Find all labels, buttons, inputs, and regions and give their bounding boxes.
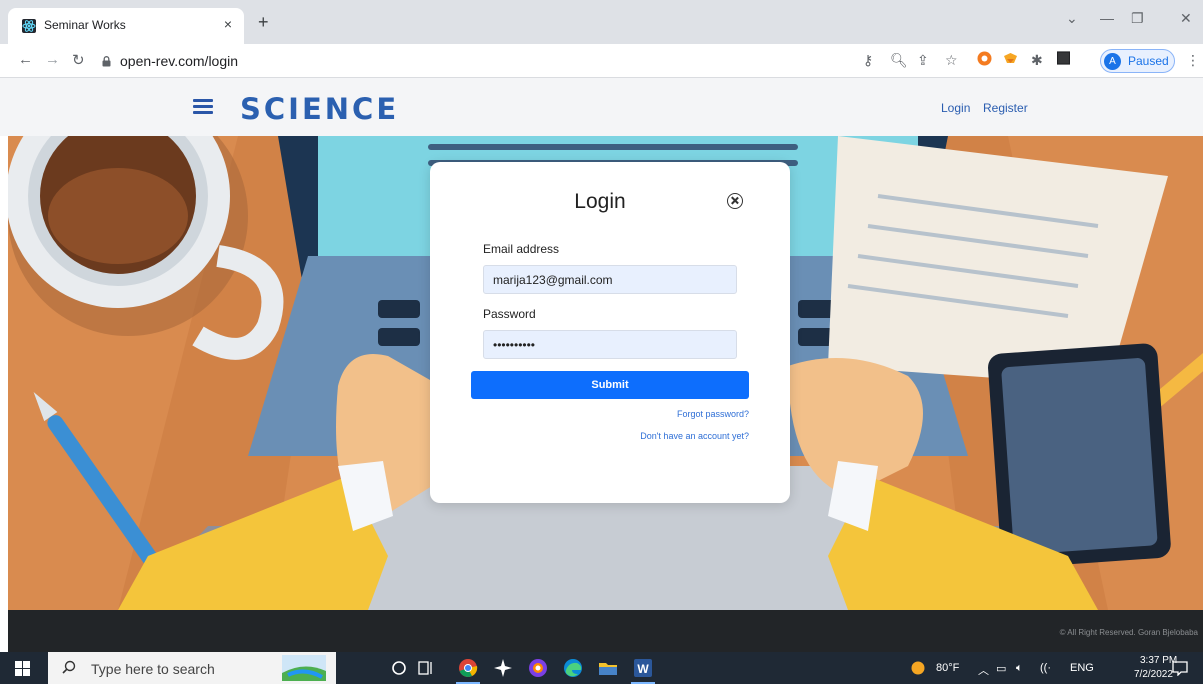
restore-icon[interactable]: ❐	[1131, 10, 1144, 27]
reload-icon[interactable]: ↻	[72, 51, 85, 69]
side-panel-icon[interactable]	[1056, 51, 1071, 68]
lock-icon[interactable]	[102, 54, 111, 67]
browser-toolbar: ← → ↻ open-rev.com/login ⚷ 🔍︎ ⇪ ☆ ✱ A Pa…	[0, 44, 1203, 78]
weather-temperature[interactable]: 80°F	[936, 662, 959, 674]
word-icon[interactable]: W	[633, 658, 653, 678]
battery-icon[interactable]: ▭	[996, 662, 1006, 675]
profile-button[interactable]: A Paused	[1100, 49, 1175, 73]
windows-start-icon[interactable]	[15, 661, 30, 676]
tray-chevron-up-icon[interactable]: ︿	[978, 662, 989, 678]
submit-button[interactable]: Submit	[471, 371, 749, 399]
search-placeholder: Type here to search	[91, 661, 215, 677]
cortana-icon[interactable]	[391, 660, 407, 676]
profile-avatar: A	[1104, 53, 1121, 70]
address-bar[interactable]: open-rev.com/login	[120, 53, 238, 69]
edge-icon[interactable]	[563, 658, 583, 678]
language-indicator[interactable]: ENG	[1070, 662, 1094, 674]
chrome-icon[interactable]	[458, 658, 478, 678]
login-modal: Login Email address Password Submit Forg…	[430, 162, 790, 503]
task-view-icon[interactable]	[418, 660, 434, 676]
hamburger-menu-icon[interactable]	[193, 99, 213, 114]
orange-extension-icon[interactable]	[977, 51, 992, 69]
profile-status: Paused	[1128, 54, 1169, 68]
key-icon[interactable]: ⚷	[863, 52, 873, 69]
window-close-icon[interactable]: ✕	[1180, 10, 1192, 27]
forward-arrow-icon[interactable]: →	[45, 51, 60, 68]
back-arrow-icon[interactable]: ←	[18, 51, 33, 68]
svg-text:W: W	[637, 662, 649, 676]
windows-taskbar: Type here to search W 80°F ︿ ▭ 🔈︎ ((· EN…	[0, 652, 1203, 684]
copyright-text: © All Right Reserved. Goran Bjelobaba	[1059, 628, 1198, 637]
volume-icon[interactable]: 🔈︎	[1016, 662, 1023, 675]
wifi-icon[interactable]: ((·	[1040, 662, 1051, 674]
share-icon[interactable]: ⇪	[917, 52, 929, 69]
kebab-menu-icon[interactable]: ⋮	[1186, 52, 1200, 69]
register-nav-link[interactable]: Register	[983, 101, 1028, 115]
notifications-icon[interactable]	[1172, 660, 1188, 677]
clock-date[interactable]: 7/2/2022	[1134, 669, 1173, 680]
site-header: SCIENCE Login Register	[0, 78, 1203, 136]
browser-tab-strip: Seminar Works × + ⌄ — ❐ ✕	[0, 0, 1203, 44]
password-field[interactable]	[483, 330, 737, 359]
forgot-password-link[interactable]: Forgot password?	[677, 409, 749, 419]
fox-extension-icon[interactable]	[1003, 51, 1018, 69]
tab-close-icon[interactable]: ×	[224, 16, 232, 32]
react-favicon-icon	[22, 19, 36, 33]
zoom-icon[interactable]: 🔍︎	[890, 52, 908, 69]
tab-search-chevron-icon[interactable]: ⌄	[1066, 10, 1078, 27]
modal-close-icon[interactable]	[727, 193, 743, 209]
file-explorer-icon[interactable]	[598, 658, 618, 678]
login-nav-link[interactable]: Login	[941, 101, 970, 115]
vpn-app-icon[interactable]	[528, 658, 548, 678]
email-label: Email address	[483, 242, 560, 256]
password-label: Password	[483, 307, 536, 321]
weather-sun-icon[interactable]	[911, 661, 925, 675]
create-account-link[interactable]: Don't have an account yet?	[640, 431, 749, 441]
search-highlight-icon[interactable]	[282, 655, 326, 681]
new-tab-button[interactable]: +	[258, 12, 269, 33]
email-field[interactable]	[483, 265, 737, 294]
site-logo[interactable]: SCIENCE	[240, 92, 399, 126]
modal-title: Login	[574, 190, 626, 213]
browser-tab[interactable]: Seminar Works ×	[8, 8, 244, 44]
tab-title: Seminar Works	[44, 18, 126, 32]
sparkle-app-icon[interactable]	[493, 658, 513, 678]
site-footer: © All Right Reserved. Goran Bjelobaba	[8, 610, 1203, 652]
search-icon	[62, 660, 76, 674]
puzzle-extensions-icon[interactable]: ✱	[1031, 52, 1043, 69]
bookmark-star-icon[interactable]: ☆	[945, 52, 958, 69]
minimize-icon[interactable]: —	[1100, 10, 1114, 26]
